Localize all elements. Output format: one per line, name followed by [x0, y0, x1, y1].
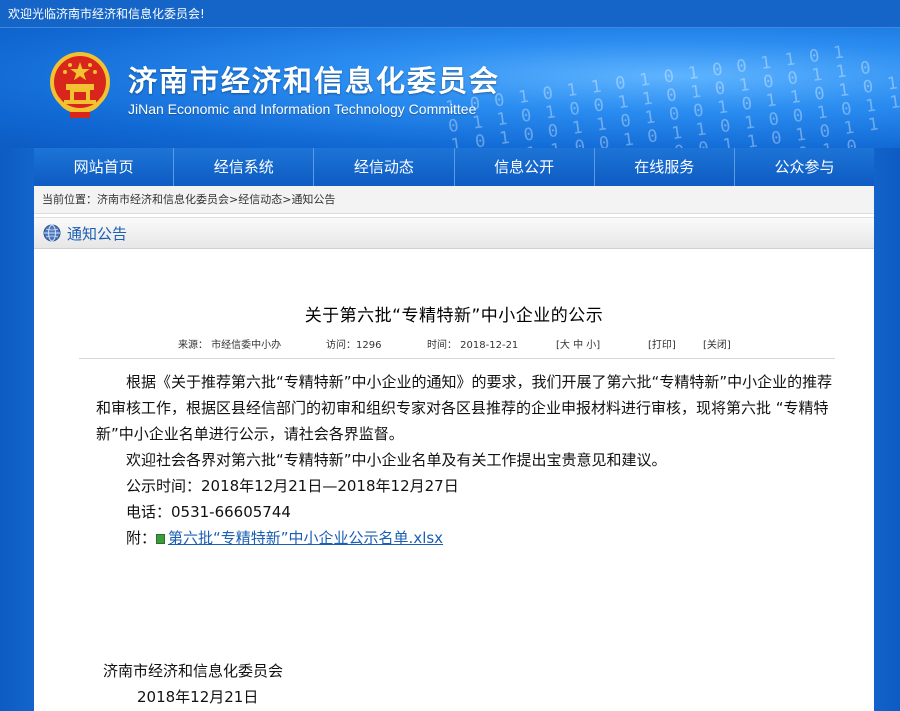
font-size-control[interactable]: [大 中 小] [556, 336, 600, 351]
publicity-period: 公示时间：2018年12月21日—2018年12月27日 [126, 477, 459, 495]
attachment-label: 附： [126, 529, 157, 547]
nav-item-home[interactable]: 网站首页 [34, 148, 175, 186]
nav-item-public-participation[interactable]: 公众参与 [735, 148, 874, 186]
breadcrumb: 当前位置：济南市经济和信息化委员会>经信动态>通知公告 [34, 186, 874, 214]
site-banner: 1 0 0 1 0 1 1 0 1 0 1 0 0 1 1 0 1 0 1 1 … [0, 28, 900, 148]
article-paragraph: 欢迎社会各界对第六批“专精特新”中小企业名单及有关工作提出宝贵意见和建议。 [126, 451, 667, 469]
article-body: 根据《关于推荐第六批“专精特新”中小企业的通知》的要求，我们开展了第六批“专精特… [96, 369, 836, 551]
site-subtitle: JiNan Economic and Information Technolog… [128, 101, 477, 117]
excel-file-icon [156, 534, 166, 544]
meta-source: 来源： 市经信委中小办 [178, 340, 282, 351]
signature-date: 2018年12月21日 [137, 688, 259, 706]
globe-icon [43, 224, 61, 242]
breadcrumb-home-link[interactable]: 济南市经济和信息化委员会 [97, 193, 229, 206]
binary-decoration: 1 0 0 1 0 1 1 0 1 0 1 0 0 1 1 0 1 0 1 1 … [444, 42, 900, 148]
welcome-text: 欢迎光临济南市经济和信息化委员会! [8, 7, 205, 21]
signature-organization: 济南市经济和信息化委员会 [103, 662, 284, 680]
article-title: 关于第六批“专精特新”中小企业的公示 [304, 306, 604, 326]
close-button[interactable]: [关闭] [703, 336, 731, 351]
meta-divider [79, 358, 835, 359]
article-paragraph: 根据《关于推荐第六批“专精特新”中小企业的通知》的要求，我们开展了第六批“专精特… [96, 373, 833, 443]
nav-item-online-service[interactable]: 在线服务 [595, 148, 735, 186]
meta-time: 时间： 2018-12-21 [427, 340, 519, 351]
attachment-link[interactable]: 第六批“专精特新”中小企业公示名单.xlsx [168, 529, 443, 547]
section-header: 通知公告 [34, 217, 874, 249]
section-title: 通知公告 [67, 224, 128, 243]
breadcrumb-section-link[interactable]: 经信动态 [238, 193, 282, 206]
main-nav: 网站首页 经信系统 经信动态 信息公开 在线服务 公众参与 [34, 148, 874, 186]
attachment-row: 附： 第六批“专精特新”中小企业公示名单.xlsx [96, 525, 836, 551]
nav-item-disclosure[interactable]: 信息公开 [455, 148, 595, 186]
content-panel: 当前位置：济南市经济和信息化委员会>经信动态>通知公告 通知公告 关于第六批“专… [34, 186, 874, 711]
site-title: 济南市经济和信息化委员会 [128, 64, 501, 98]
contact-phone: 电话：0531-66605744 [126, 503, 291, 521]
breadcrumb-prefix: 当前位置： [42, 193, 97, 206]
breadcrumb-separator: > [229, 193, 239, 206]
welcome-bar: 欢迎光临济南市经济和信息化委员会! [0, 0, 900, 28]
nav-item-system[interactable]: 经信系统 [174, 148, 315, 186]
nav-item-news[interactable]: 经信动态 [314, 148, 455, 186]
breadcrumb-current: 通知公告 [291, 193, 336, 206]
meta-visits: 访问：1296 [326, 340, 382, 351]
article-meta: 来源： 市经信委中小办 访问：1296 时间： 2018-12-21 [大 中 … [34, 336, 874, 352]
national-emblem-icon [50, 52, 110, 118]
print-button[interactable]: [打印] [648, 336, 676, 351]
